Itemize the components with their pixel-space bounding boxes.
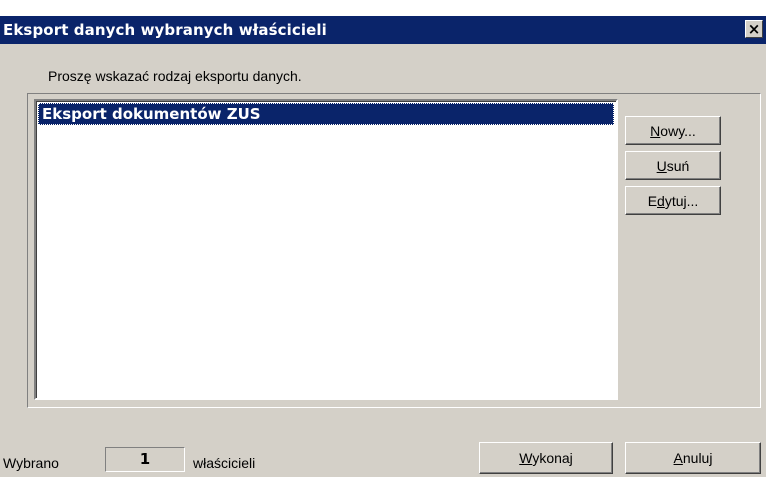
new-accel: N — [650, 122, 661, 139]
edit-accel: d — [657, 192, 665, 209]
export-type-list[interactable]: Eksport dokumentów ZUS — [34, 99, 618, 400]
selected-count: 1 — [105, 447, 185, 472]
selected-prefix: Wybrano — [3, 455, 59, 471]
edit-pre: E — [647, 192, 658, 209]
dialog-body: Proszę wskazać rodzaj eksportu danych. E… — [0, 44, 766, 477]
new-button-label: Nowy... — [650, 123, 696, 139]
edit-button-label: Edytuj... — [648, 193, 699, 209]
selected-suffix: właścicieli — [193, 455, 256, 471]
delete-accel: U — [656, 157, 667, 174]
cancel-button-label: Anuluj — [674, 450, 713, 466]
cancel-rest: nuluj — [682, 450, 713, 466]
list-item-label: Eksport dokumentów ZUS — [42, 105, 261, 123]
close-button[interactable]: × — [745, 20, 763, 38]
cancel-accel: A — [673, 450, 683, 466]
instruction-text: Proszę wskazać rodzaj eksportu danych. — [48, 68, 302, 84]
execute-button[interactable]: Wykonaj — [479, 442, 613, 474]
cancel-button[interactable]: Anuluj — [625, 442, 761, 474]
window-title: Eksport danych wybranych właścicieli — [3, 21, 327, 39]
execute-rest: ykonaj — [532, 450, 573, 466]
execute-button-label: Wykonaj — [519, 450, 573, 466]
close-icon: × — [747, 19, 761, 38]
edit-rest: ytuj... — [664, 192, 699, 209]
delete-rest: suń — [666, 157, 690, 174]
list-item[interactable]: Eksport dokumentów ZUS — [38, 103, 614, 125]
edit-button[interactable]: Edytuj... — [625, 186, 721, 215]
new-rest: owy... — [660, 122, 696, 139]
new-button[interactable]: Nowy... — [625, 116, 721, 145]
execute-accel: W — [519, 450, 533, 466]
delete-button[interactable]: Usuń — [625, 151, 721, 180]
delete-button-label: Usuń — [657, 158, 690, 174]
